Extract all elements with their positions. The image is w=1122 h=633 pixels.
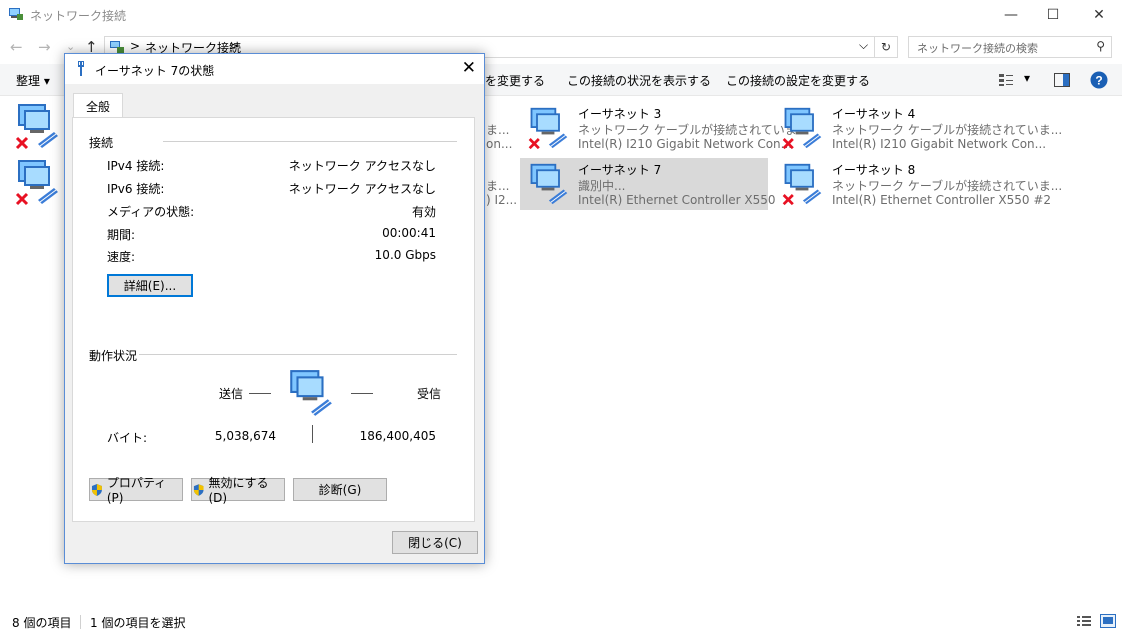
network-adapter-disconnected-icon bbox=[528, 107, 568, 150]
refresh-button[interactable]: ↻ bbox=[874, 36, 898, 58]
item-count: 8 個の項目 bbox=[12, 616, 72, 630]
item-adapter: Intel(R) I210 Gigabit Network Con... bbox=[832, 137, 1047, 151]
breadcrumb-arrow-icon[interactable]: > bbox=[229, 39, 239, 53]
received-label: 受信 bbox=[417, 387, 442, 401]
received-line bbox=[351, 393, 373, 394]
item-adapter: Intel(R) I210 Gigabit Network Con... bbox=[578, 137, 793, 151]
svg-text:?: ? bbox=[1095, 74, 1102, 88]
duration-value: 00:00:41 bbox=[382, 226, 436, 240]
bytes-sent-value: 5,038,674 bbox=[214, 429, 276, 443]
shield-icon bbox=[193, 483, 204, 496]
network-adapter-disconnected-icon bbox=[782, 107, 822, 150]
item-adapter: Intel(R) Ethernet Controller X550 #2 bbox=[832, 193, 1052, 207]
sent-label: 送信 bbox=[219, 387, 244, 401]
network-item-ethernet8[interactable]: イーサネット 8 ネットワーク ケーブルが接続されていま... Intel(R)… bbox=[774, 158, 1062, 210]
item-name: イーサネット 4 bbox=[832, 107, 916, 121]
hidden-item-text: ) I2... bbox=[486, 193, 518, 207]
change-settings-command[interactable]: この接続の設定を変更する bbox=[726, 72, 870, 89]
ipv6-label: IPv6 接続: bbox=[107, 182, 165, 196]
hidden-item-text: on... bbox=[486, 137, 513, 151]
back-icon[interactable]: ← bbox=[10, 38, 23, 56]
change-view-icon[interactable] bbox=[998, 73, 1014, 87]
view-status-command[interactable]: この接続の状況を表示する bbox=[567, 72, 711, 89]
hidden-item-text: ま... bbox=[486, 123, 510, 137]
help-icon[interactable]: ? bbox=[1090, 71, 1108, 89]
recent-locations-icon[interactable]: ⌄ bbox=[66, 40, 75, 53]
maximize-button[interactable]: ☐ bbox=[1030, 0, 1076, 30]
tab-general[interactable]: 全般 bbox=[73, 93, 123, 118]
window-title: ネットワーク接続 bbox=[30, 9, 127, 23]
media-state-value: 有効 bbox=[411, 205, 436, 219]
breadcrumb-separator[interactable]: > bbox=[130, 39, 140, 53]
group-divider bbox=[139, 354, 457, 355]
rename-command[interactable]: を変更する bbox=[485, 72, 545, 89]
group-divider bbox=[163, 141, 457, 142]
disable-label: 無効にする(D) bbox=[208, 476, 269, 505]
activity-group-title: 動作状況 bbox=[89, 349, 138, 363]
properties-label: プロパティ(P) bbox=[106, 476, 167, 505]
window-titlebar: ネットワーク接続 — ☐ ✕ bbox=[0, 0, 1122, 30]
item-name: イーサネット 7 bbox=[578, 163, 662, 177]
ethernet-plug-icon bbox=[78, 61, 84, 76]
ipv4-label: IPv4 接続: bbox=[107, 159, 165, 173]
status-bar: 8 個の項目 1 個の項目を選択 bbox=[0, 610, 1122, 633]
search-placeholder: ネットワーク接続の検索 bbox=[917, 42, 1038, 55]
close-window-button[interactable]: ✕ bbox=[1076, 0, 1122, 30]
address-dropdown-icon[interactable]: ⌵ bbox=[859, 38, 868, 53]
refresh-icon: ↻ bbox=[880, 40, 892, 54]
connection-group-title: 接続 bbox=[89, 136, 114, 150]
ipv4-value: ネットワーク アクセスなし bbox=[288, 159, 436, 173]
network-connections-icon bbox=[9, 8, 23, 20]
network-adapter-disconnected-icon bbox=[782, 163, 822, 206]
selection-count: 1 個の項目を選択 bbox=[90, 616, 186, 630]
close-button[interactable]: 閉じる(C) bbox=[392, 531, 478, 554]
disable-button[interactable]: 無効にする(D) bbox=[191, 476, 285, 505]
item-name: イーサネット 3 bbox=[578, 107, 662, 121]
item-name: イーサネット 8 bbox=[832, 163, 916, 177]
duration-label: 期間: bbox=[107, 228, 136, 242]
shield-icon bbox=[91, 483, 102, 496]
general-tab-panel: 接続 IPv4 接続: ネットワーク アクセスなし IPv6 接続: ネットワー… bbox=[72, 117, 475, 522]
status-divider bbox=[80, 615, 81, 629]
bytes-divider bbox=[312, 425, 313, 443]
details-button[interactable]: 詳細(E)... bbox=[107, 274, 193, 297]
search-input[interactable]: ネットワーク接続の検索 ⚲ bbox=[908, 36, 1112, 58]
item-status: ネットワーク ケーブルが接続されていま... bbox=[832, 123, 1063, 137]
dialog-close-icon[interactable]: ✕ bbox=[462, 58, 476, 78]
bytes-label: バイト: bbox=[107, 431, 148, 445]
view-options-dropdown-icon[interactable]: ▾ bbox=[1024, 71, 1030, 85]
bytes-received-value: 186,400,405 bbox=[359, 429, 436, 443]
sent-line bbox=[249, 393, 271, 394]
speed-label: 速度: bbox=[107, 250, 136, 264]
network-item-ethernet4[interactable]: イーサネット 4 ネットワーク ケーブルが接続されていま... Intel(R)… bbox=[774, 102, 1062, 154]
large-icons-view-icon[interactable] bbox=[1100, 614, 1116, 628]
media-state-label: メディアの状態: bbox=[107, 205, 195, 219]
network-item-ethernet7[interactable]: イーサネット 7 識別中... Intel(R) Ethernet Contro… bbox=[520, 158, 776, 210]
activity-computer-icon bbox=[290, 370, 332, 416]
dialog-title: イーサネット 7の状態 bbox=[95, 64, 215, 78]
item-adapter: Intel(R) Ethernet Controller X550 bbox=[578, 193, 776, 207]
diagnose-button[interactable]: 診断(G) bbox=[293, 478, 387, 501]
minimize-button[interactable]: — bbox=[988, 0, 1034, 30]
details-view-icon[interactable] bbox=[1076, 615, 1092, 627]
network-adapter-disconnected-icon[interactable] bbox=[14, 102, 60, 150]
item-status: 識別中... bbox=[578, 179, 626, 193]
forward-icon[interactable]: → bbox=[38, 38, 51, 56]
hidden-item-text: ま... bbox=[486, 179, 510, 193]
organize-menu[interactable]: 整理 ▾ bbox=[16, 72, 50, 89]
properties-button[interactable]: プロパティ(P) bbox=[89, 476, 183, 505]
speed-value: 10.0 Gbps bbox=[374, 248, 436, 262]
ipv6-value: ネットワーク アクセスなし bbox=[288, 182, 436, 196]
network-adapter-disconnected-icon[interactable] bbox=[14, 158, 60, 206]
search-icon[interactable]: ⚲ bbox=[1096, 39, 1105, 53]
network-folder-icon bbox=[110, 41, 124, 53]
preview-pane-icon[interactable] bbox=[1054, 73, 1070, 87]
item-status: ネットワーク ケーブルが接続されていま... bbox=[832, 179, 1063, 193]
network-adapter-icon bbox=[530, 163, 568, 205]
status-dialog: イーサネット 7の状態 ✕ 全般 接続 IPv4 接続: ネットワーク アクセス… bbox=[64, 53, 485, 564]
dialog-titlebar[interactable]: イーサネット 7の状態 ✕ bbox=[65, 54, 484, 84]
network-item-ethernet3[interactable]: イーサネット 3 ネットワーク ケーブルが接続されていま... Intel(R)… bbox=[520, 102, 808, 154]
